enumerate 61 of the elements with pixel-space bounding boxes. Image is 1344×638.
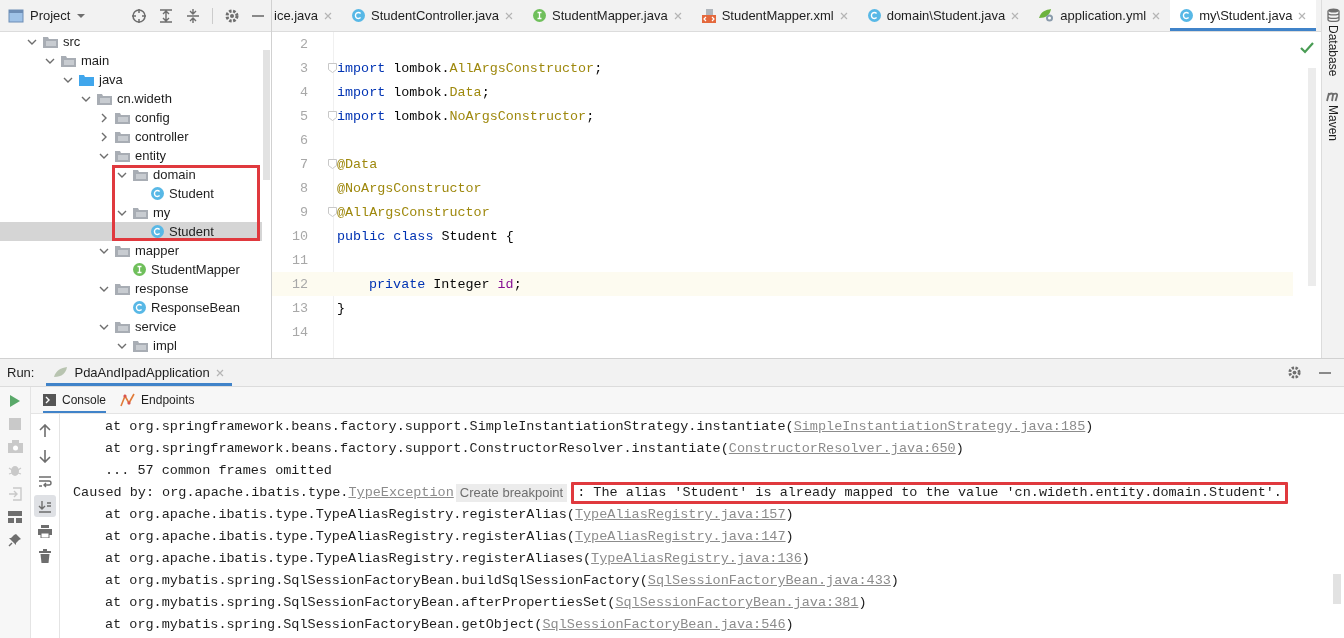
console-line: at org.springframework.beans.factory.support.SimpleInstantiationStrategy.instantiate(SimpleInstantiationStrategy.java:185) — [104, 418, 1095, 436]
code-line: import lombok.AllArgsConstructor; — [337, 60, 603, 76]
tree-item[interactable]: src — [0, 32, 262, 51]
line-number: 2 — [298, 36, 309, 52]
project-view-selector[interactable]: Project — [30, 8, 71, 23]
line-number: 13 — [290, 300, 309, 316]
tree-item[interactable]: ResponseBean — [0, 298, 262, 317]
code-line: private Integer id; — [368, 276, 522, 292]
console-line: at org.apache.ibatis.type.TypeAliasRegistry.registerAlias(TypeAliasRegistry.java:147) — [104, 528, 795, 546]
line-number: 9 — [298, 204, 309, 220]
line-number: 6 — [298, 132, 309, 148]
console-line: at org.springframework.beans.factory.support.ConstructorResolver.instantiate(ConstructorResolver.java:650) — [104, 440, 965, 458]
line-number: 8 — [298, 180, 309, 196]
editor-tab[interactable]: StudentMapper.xml — [691, 0, 858, 31]
tree-item[interactable]: StudentMapper — [0, 260, 262, 279]
editor-tab[interactable]: ice.java — [272, 0, 343, 31]
code-line: import lombok.NoArgsConstructor; — [337, 108, 595, 124]
console-tab[interactable]: Endpoints — [120, 387, 195, 413]
tree-item[interactable]: controller — [0, 127, 262, 146]
console-line: at org.mybatis.spring.SqlSessionFactoryBean.buildSqlSessionFactory(SqlSessionFactoryBean.java:433) — [104, 572, 900, 590]
tree-item[interactable]: main — [0, 51, 262, 70]
editor-tab[interactable]: application.yml — [1029, 0, 1171, 31]
tree-item[interactable]: Student — [0, 222, 262, 241]
line-number: 14 — [290, 324, 309, 340]
code-line: @Data — [337, 156, 378, 172]
editor-tab[interactable]: StudentController.java — [342, 0, 523, 31]
editor-tab[interactable]: my\Student.java — [1170, 0, 1317, 31]
line-number: 10 — [290, 228, 309, 244]
run-tab[interactable]: PdaAndIpadApplication — [46, 359, 232, 386]
console-line: ... 57 common frames omitted — [104, 462, 333, 480]
line-number: 11 — [290, 252, 309, 268]
console-tab[interactable]: Console — [43, 387, 107, 413]
tree-item[interactable]: response — [0, 279, 262, 298]
line-number: 12 — [290, 276, 309, 292]
tree-item[interactable]: mapper — [0, 241, 262, 260]
tree-item[interactable]: service — [0, 317, 262, 336]
editor-tab[interactable]: StudentMapper.java — [523, 0, 692, 31]
console-line: at org.mybatis.spring.SqlSessionFactoryBean.afterPropertiesSet(SqlSessionFactoryBean.java:381) — [104, 594, 868, 612]
console-line: at org.mybatis.spring.SqlSessionFactoryBean.getObject(SqlSessionFactoryBean.java:546) — [104, 616, 795, 634]
line-number: 5 — [298, 108, 309, 124]
line-number: 3 — [298, 60, 309, 76]
code-line: import lombok.Data; — [337, 84, 490, 100]
console-line: at org.apache.ibatis.type.TypeAliasRegistry.registerAlias(TypeAliasRegistry.java:157) — [104, 506, 795, 524]
tree-item[interactable]: cn.wideth — [0, 89, 262, 108]
code-line: @NoArgsConstructor — [337, 180, 482, 196]
tool-window-button[interactable]: Database — [1326, 8, 1340, 77]
tree-item[interactable]: entity — [0, 146, 262, 165]
code-line: @AllArgsConstructor — [337, 204, 490, 220]
editor-tab[interactable]: domain\Student.java — [857, 0, 1030, 31]
tree-item[interactable]: Student — [0, 184, 262, 203]
console-line: at org.apache.ibatis.type.TypeAliasRegistry.registerAliases(TypeAliasRegistry.java:136) — [104, 550, 811, 568]
run-label: Run: — [7, 365, 35, 380]
tree-item[interactable]: domain — [0, 165, 262, 184]
tool-window-button[interactable]: Maven — [1326, 90, 1340, 142]
tree-item[interactable]: impl — [0, 336, 262, 355]
tree-item[interactable]: java — [0, 70, 262, 89]
code-line: public class Student { — [337, 228, 514, 244]
line-number: 7 — [298, 156, 309, 172]
tree-item[interactable]: config — [0, 108, 262, 127]
line-number: 4 — [298, 84, 309, 100]
code-line: } — [337, 300, 346, 316]
